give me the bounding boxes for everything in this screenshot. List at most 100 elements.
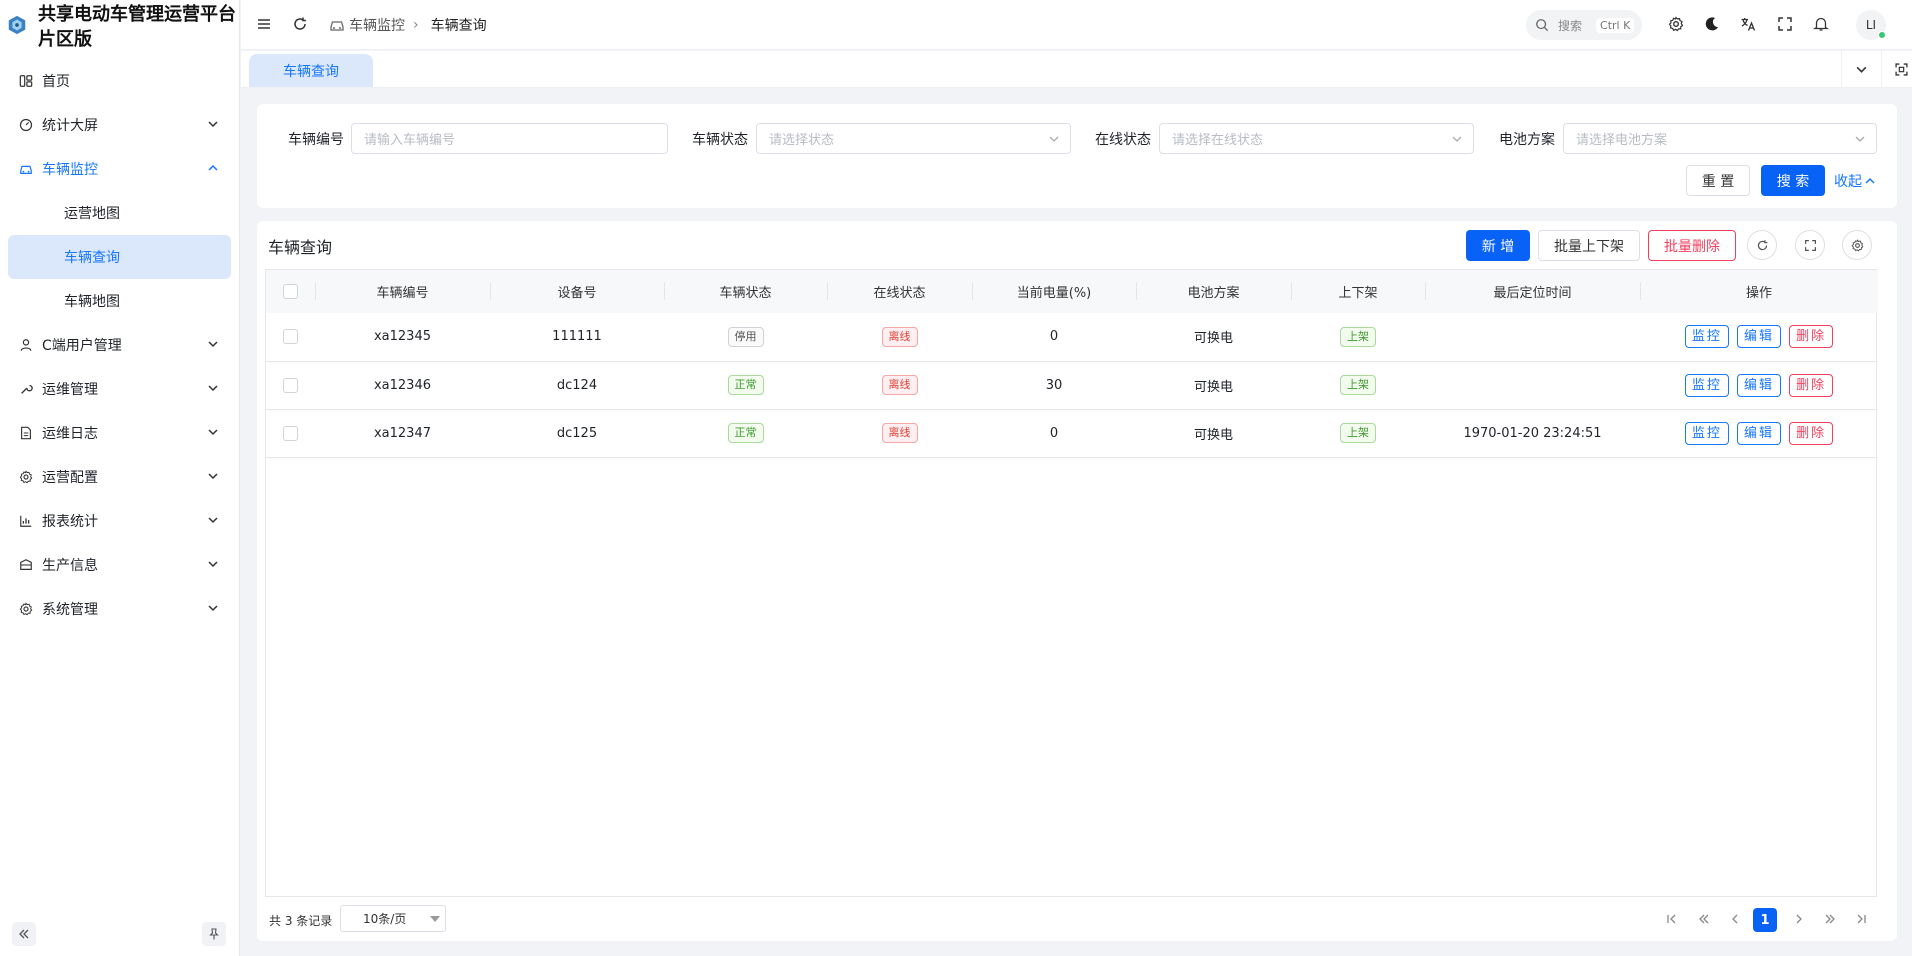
column-header[interactable]: 在线状态 <box>827 270 972 313</box>
sidebar-item-production[interactable]: 生产信息 <box>0 543 239 587</box>
delete-button[interactable]: 删除 <box>1789 421 1834 445</box>
add-button[interactable]: 新 增 <box>1466 230 1530 261</box>
sidebar-item-stats-screen[interactable]: 统计大屏 <box>0 103 239 147</box>
vehicle-no-placeholder: 请输入车辆编号 <box>364 133 456 148</box>
row-checkbox[interactable] <box>283 377 298 393</box>
monitor-button[interactable]: 监控 <box>1684 373 1729 397</box>
table-panel: 车辆查询 新 增 批量上下架 批量删除 车辆编号 设备号 车辆状态 在线状态 当… <box>257 221 1897 941</box>
shelf-cell: 上架 <box>1291 409 1425 457</box>
column-header[interactable]: 上下架 <box>1291 270 1425 313</box>
prev-group-button[interactable] <box>1695 910 1713 928</box>
column-settings-button[interactable] <box>1842 230 1872 260</box>
refresh-icon <box>294 17 306 30</box>
breadcrumb-parent[interactable]: 车辆监控 <box>349 15 405 35</box>
sidebar-item-maintenance[interactable]: 运维管理 <box>0 367 239 411</box>
monitor-button[interactable]: 监控 <box>1684 421 1729 445</box>
dark-mode-button[interactable] <box>1703 15 1721 33</box>
sidebar-item-home[interactable]: 首页 <box>0 59 239 103</box>
monitor-button[interactable]: 监控 <box>1684 325 1729 349</box>
tabs-dropdown-button[interactable] <box>1841 51 1881 88</box>
sidebar-item-vehicle-query[interactable]: 车辆查询 <box>8 235 231 279</box>
search-button[interactable]: 搜 索 <box>1761 165 1825 196</box>
chevron-down-icon <box>208 605 218 612</box>
tab-vehicle-query[interactable]: 车辆查询 <box>249 54 373 87</box>
sidebar-menu: 首页 统计大屏 车辆监控 运营地图 车辆查询 车辆地图 C端用户管理 运维管理 <box>0 59 239 631</box>
sidebar-item-label: 运营配置 <box>42 470 98 486</box>
column-header[interactable]: 电池方案 <box>1136 270 1291 313</box>
row-checkbox[interactable] <box>283 425 298 441</box>
tab-maximize-button[interactable] <box>1881 51 1912 88</box>
select-all-checkbox[interactable] <box>283 284 298 299</box>
page-size-select[interactable]: 10条/页 <box>340 905 446 932</box>
column-header[interactable]: 车辆编号 <box>315 270 490 313</box>
reset-button[interactable]: 重 置 <box>1686 165 1750 196</box>
vehicle-status-cell: 正常 <box>664 409 827 457</box>
vehicle-monitor-submenu: 运营地图 车辆查询 车辆地图 <box>0 191 239 323</box>
table-fullscreen-button[interactable] <box>1795 230 1825 260</box>
batch-delete-button[interactable]: 批量删除 <box>1648 230 1736 261</box>
batch-shelf-button[interactable]: 批量上下架 <box>1538 230 1640 261</box>
sidebar-item-vehicle-map[interactable]: 车辆地图 <box>0 279 239 323</box>
last-time-cell <box>1425 313 1640 361</box>
sidebar-item-label: 运维管理 <box>42 382 98 398</box>
notifications-button[interactable] <box>1812 15 1830 33</box>
box-icon <box>18 557 34 573</box>
scheme-cell: 可换电 <box>1193 427 1233 443</box>
column-header[interactable]: 最后定位时间 <box>1425 270 1640 313</box>
online-status-select[interactable]: 请选择在线状态 <box>1159 123 1474 154</box>
vehicle-status-select[interactable]: 请选择状态 <box>756 123 1071 154</box>
online-status-label: 在线状态 <box>1095 132 1151 148</box>
sidebar-item-system[interactable]: 系统管理 <box>0 587 239 631</box>
status-badge: 停用 <box>727 326 764 347</box>
chevron-down-icon <box>208 561 218 568</box>
sidebar-item-ops-config[interactable]: 运营配置 <box>0 455 239 499</box>
last-page-button[interactable] <box>1852 910 1870 928</box>
vehicle-no-input[interactable]: 请输入车辆编号 <box>351 123 668 154</box>
moon-icon <box>1705 17 1718 31</box>
edit-button[interactable]: 编辑 <box>1736 421 1781 445</box>
column-header[interactable]: 车辆状态 <box>664 270 827 313</box>
next-group-button[interactable] <box>1821 910 1839 928</box>
table-row: xa12345 111111 停用 离线 0 可换电 上架 监控 编辑 删除 <box>266 313 1878 361</box>
actions-cell: 监控 编辑 删除 <box>1640 361 1878 409</box>
sidebar-item-ops-map[interactable]: 运营地图 <box>0 191 239 235</box>
online-status-dot <box>1878 31 1886 39</box>
reload-table-button[interactable] <box>1747 230 1777 260</box>
search-input[interactable]: 搜索 Ctrl K <box>1526 10 1642 40</box>
column-header[interactable]: 设备号 <box>490 270 664 313</box>
settings-button[interactable] <box>1667 15 1685 33</box>
pin-sidebar-button[interactable] <box>202 922 226 946</box>
chevron-down-icon <box>1856 66 1867 73</box>
batch-shelf-label: 批量上下架 <box>1554 238 1624 255</box>
chevron-down-icon <box>1855 136 1865 142</box>
page-size-value: 10条/页 <box>363 912 407 926</box>
battery-scheme-select[interactable]: 请选择电池方案 <box>1563 123 1877 154</box>
battery-cell: 0 <box>1049 425 1059 441</box>
prev-page-button[interactable] <box>1726 910 1744 928</box>
sidebar-item-vehicle-monitor[interactable]: 车辆监控 <box>0 147 239 191</box>
edit-button[interactable]: 编辑 <box>1736 373 1781 397</box>
edit-button[interactable]: 编辑 <box>1736 325 1781 349</box>
page-number-current[interactable]: 1 <box>1753 908 1777 932</box>
gear-icon <box>18 601 34 617</box>
row-checkbox[interactable] <box>283 329 298 345</box>
delete-button[interactable]: 删除 <box>1789 373 1834 397</box>
next-page-button[interactable] <box>1790 910 1808 928</box>
refresh-button[interactable] <box>291 15 309 33</box>
menu-toggle-button[interactable] <box>255 15 273 33</box>
avatar[interactable]: LI <box>1856 10 1886 40</box>
delete-button[interactable]: 删除 <box>1789 325 1834 349</box>
double-chevron-left-icon <box>19 929 29 939</box>
column-header[interactable]: 当前电量(%) <box>972 270 1136 313</box>
chevron-up-icon <box>1865 177 1875 184</box>
collapse-filters-link[interactable]: 收起 <box>1834 171 1875 191</box>
sidebar-item-reports[interactable]: 报表统计 <box>0 499 239 543</box>
scheme-cell: 可换电 <box>1193 331 1233 347</box>
sidebar-item-c-users[interactable]: C端用户管理 <box>0 323 239 367</box>
pin-icon <box>209 928 219 940</box>
language-button[interactable] <box>1739 15 1757 33</box>
collapse-sidebar-button[interactable] <box>12 922 36 946</box>
fullscreen-button[interactable] <box>1776 15 1794 33</box>
sidebar-item-maintenance-log[interactable]: 运维日志 <box>0 411 239 455</box>
first-page-button[interactable] <box>1663 910 1681 928</box>
